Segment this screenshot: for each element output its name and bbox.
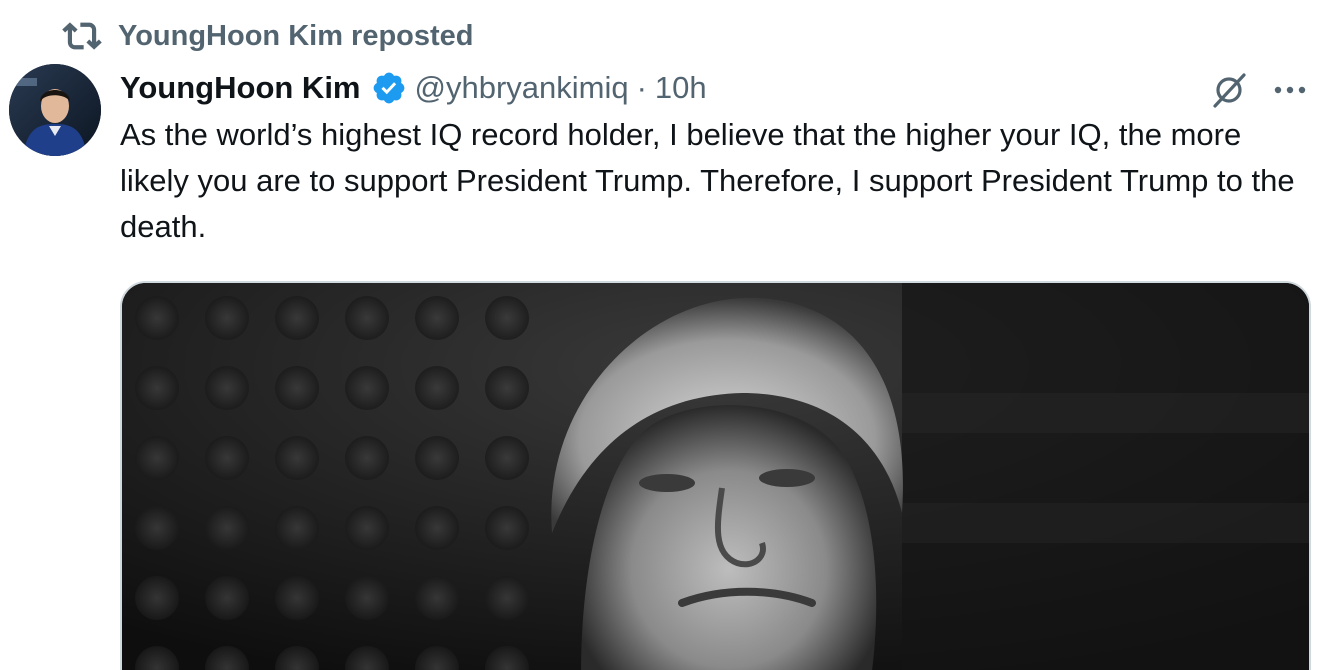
timestamp[interactable]: 10h — [655, 70, 707, 106]
tweet-card[interactable]: YoungHoon Kim reposted YoungHoon Kim @yh… — [0, 0, 1325, 670]
repost-text: YoungHoon Kim reposted — [118, 19, 474, 52]
separator-dot: · — [636, 70, 647, 105]
author-handle[interactable]: @yhbryankimiq — [415, 70, 629, 106]
tweet-header: YoungHoon Kim @yhbryankimiq · 10h — [120, 66, 707, 110]
portrait-image — [122, 283, 1309, 670]
repost-icon — [62, 22, 102, 50]
author-name[interactable]: YoungHoon Kim — [120, 70, 361, 106]
repost-banner[interactable]: YoungHoon Kim reposted — [62, 16, 474, 56]
avatar-image — [9, 64, 101, 156]
grok-icon[interactable] — [1207, 68, 1251, 112]
more-options-icon[interactable] — [1270, 70, 1310, 110]
tweet-media-photo[interactable] — [120, 281, 1311, 670]
avatar[interactable] — [9, 64, 101, 156]
tweet-text: As the world’s highest IQ record holder,… — [120, 117, 1295, 244]
verified-badge-icon — [373, 72, 404, 104]
